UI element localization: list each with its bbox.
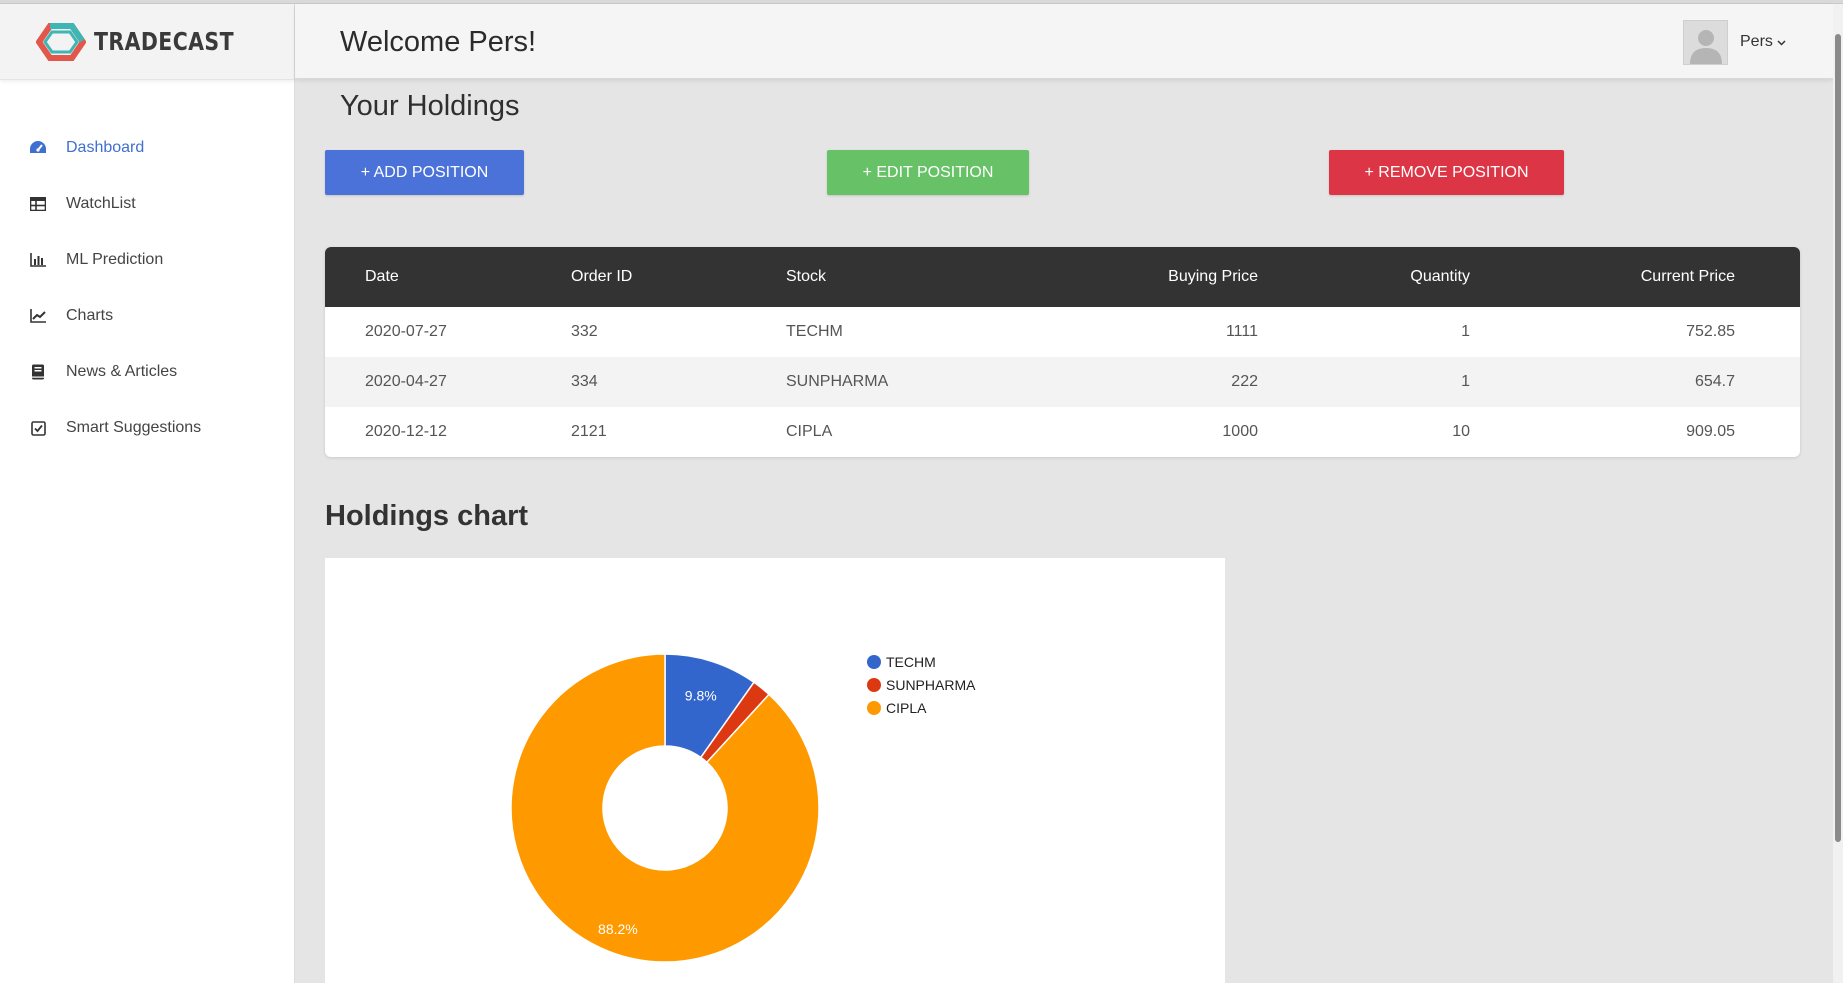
- chevron-down-icon: [1777, 33, 1786, 51]
- pie-slice-cipla[interactable]: [510, 653, 820, 963]
- legend-item-techm[interactable]: TECHM: [867, 654, 936, 670]
- sidebar-item-label: News & Articles: [66, 363, 178, 380]
- column-header: Order ID: [571, 268, 633, 285]
- pie-value-label: 88.2%: [598, 921, 638, 937]
- cell-date: 2020-12-12: [365, 423, 447, 440]
- table-row[interactable]: 2020-12-12 2121 CIPLA 1000 10 909.05: [325, 407, 1800, 457]
- column-header: Date: [365, 268, 399, 285]
- sidebar-item-charts[interactable]: Charts: [0, 288, 294, 344]
- holdings-table: Date Order ID Stock Buying Price Quantit…: [325, 247, 1800, 457]
- cell-buying-price: 1111: [1225, 323, 1258, 340]
- tradecast-logo-icon: [36, 22, 86, 61]
- checkbox-icon: [28, 418, 48, 438]
- book-icon: [28, 362, 48, 382]
- cell-date: 2020-04-27: [365, 373, 447, 390]
- sidebar-item-dashboard[interactable]: Dashboard: [0, 120, 294, 176]
- sidebar-item-smart-suggestions[interactable]: Smart Suggestions: [0, 400, 294, 456]
- column-header: Current Price: [1640, 268, 1735, 285]
- column-header: Quantity: [1410, 268, 1470, 285]
- legend-item-cipla[interactable]: CIPLA: [867, 700, 927, 716]
- cell-current-price: 752.85: [1686, 323, 1735, 340]
- holdings-title: Your Holdings: [340, 90, 520, 122]
- scrollbar-thumb[interactable]: [1835, 34, 1841, 842]
- cell-buying-price: 222: [1231, 373, 1258, 390]
- holdings-chart-card: 9.8% 88.2% TECHM SUNPHARMA CIPLA: [325, 558, 1225, 983]
- user-name: Pers: [1740, 33, 1773, 50]
- page-scrollbar[interactable]: [1833, 4, 1843, 983]
- user-menu[interactable]: Pers: [1740, 33, 1786, 51]
- sidebar-item-watchlist[interactable]: WatchList: [0, 176, 294, 232]
- dashboard-gauge-icon: [28, 138, 48, 158]
- cell-date: 2020-07-27: [365, 323, 447, 340]
- add-position-button[interactable]: + ADD POSITION: [325, 150, 524, 195]
- sidebar-nav: Dashboard WatchList ML Prediction Charts…: [0, 120, 294, 456]
- holdings-donut-chart: 9.8% 88.2% TECHM SUNPHARMA CIPLA: [510, 653, 976, 963]
- sidebar: TRADECAST Dashboard WatchList ML Predict…: [0, 4, 295, 983]
- avatar[interactable]: [1683, 20, 1728, 65]
- line-chart-icon: [28, 306, 48, 326]
- sidebar-item-ml-prediction[interactable]: ML Prediction: [0, 232, 294, 288]
- column-header: Stock: [786, 268, 827, 285]
- bar-chart-icon: [28, 250, 48, 270]
- cell-quantity: 10: [1452, 423, 1470, 440]
- legend-swatch: [867, 655, 881, 669]
- cell-quantity: 1: [1461, 373, 1470, 390]
- edit-position-button[interactable]: + EDIT POSITION: [827, 150, 1029, 195]
- user-avatar-icon: [1689, 30, 1722, 64]
- column-header: Buying Price: [1168, 268, 1258, 285]
- cell-stock: CIPLA: [786, 423, 833, 440]
- holdings-table-card: Date Order ID Stock Buying Price Quantit…: [325, 247, 1800, 457]
- table-row[interactable]: 2020-04-27 334 SUNPHARMA 222 1 654.7: [325, 357, 1800, 407]
- legend-label: CIPLA: [886, 700, 927, 716]
- sidebar-item-label: WatchList: [66, 195, 136, 212]
- sidebar-item-label: Dashboard: [66, 139, 145, 156]
- table-row[interactable]: 2020-07-27 332 TECHM 1111 1 752.85: [325, 307, 1800, 357]
- sidebar-item-news-articles[interactable]: News & Articles: [0, 344, 294, 400]
- top-header: Welcome Pers! Pers: [295, 4, 1833, 79]
- app-logo[interactable]: TRADECAST: [0, 4, 294, 80]
- cell-order-id: 332: [571, 323, 598, 340]
- sidebar-item-label: ML Prediction: [66, 251, 164, 268]
- holdings-chart-title: Holdings chart: [325, 500, 529, 532]
- cell-current-price: 909.05: [1686, 423, 1735, 440]
- cell-current-price: 654.7: [1694, 373, 1735, 390]
- legend-label: TECHM: [886, 654, 936, 670]
- welcome-message: Welcome Pers!: [340, 26, 537, 58]
- table-icon: [28, 194, 48, 214]
- sidebar-item-label: Charts: [66, 307, 114, 324]
- cell-buying-price: 1000: [1222, 423, 1258, 440]
- legend-swatch: [867, 678, 881, 692]
- cell-order-id: 334: [571, 373, 598, 390]
- legend-item-sunpharma[interactable]: SUNPHARMA: [867, 677, 976, 693]
- legend-label: SUNPHARMA: [886, 677, 976, 693]
- remove-position-button[interactable]: + REMOVE POSITION: [1329, 150, 1564, 195]
- app-name: TRADECAST: [94, 27, 235, 56]
- cell-stock: TECHM: [786, 323, 843, 340]
- pie-value-label: 9.8%: [685, 688, 717, 704]
- sidebar-item-label: Smart Suggestions: [66, 419, 202, 436]
- table-header-row: Date Order ID Stock Buying Price Quantit…: [325, 247, 1800, 307]
- legend-swatch: [867, 701, 881, 715]
- cell-order-id: 2121: [571, 423, 607, 440]
- cell-stock: SUNPHARMA: [786, 373, 889, 390]
- cell-quantity: 1: [1461, 323, 1470, 340]
